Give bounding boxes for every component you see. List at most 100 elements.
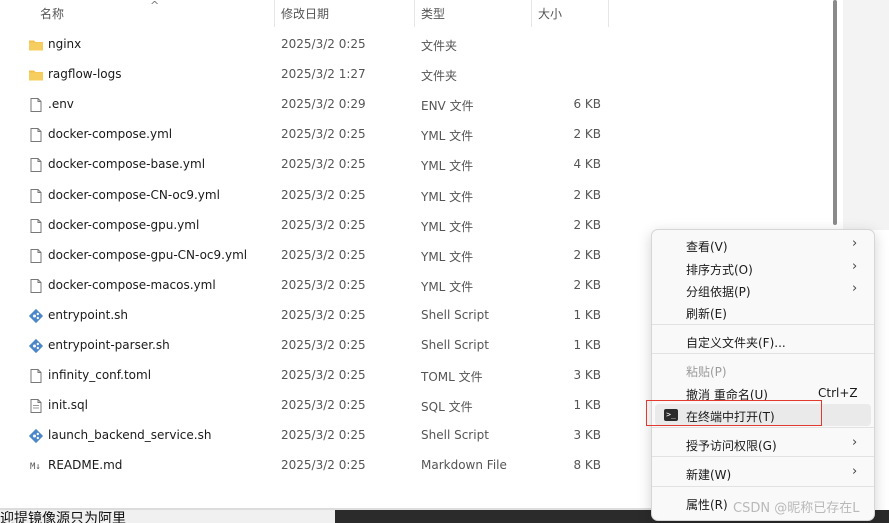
file-name: entrypoint-parser.sh (48, 338, 170, 352)
file-type: TOML 文件 (421, 370, 483, 385)
file-name: README.md (48, 458, 123, 473)
context-menu-item[interactable]: 分组依据(P) › (652, 279, 874, 301)
context-menu-item-label: 粘贴(P) (686, 365, 727, 379)
file-name: docker-compose-macos.yml (48, 277, 216, 292)
context-menu-item-label: 分组依据(P) (686, 285, 751, 299)
git-icon (28, 338, 44, 354)
column-header-name[interactable]: 名称 (40, 5, 64, 22)
context-menu-item[interactable]: 排序方式(O) › (652, 257, 874, 279)
menu-divider (652, 353, 874, 354)
window-background (843, 0, 889, 230)
annotation-highlight-box (646, 400, 822, 426)
file-size: 2 KB (573, 127, 601, 142)
file-size: 1 KB (573, 307, 601, 322)
folder-icon (28, 37, 44, 53)
file-size: 1 KB (573, 338, 601, 352)
file-row[interactable]: docker-compose-CN-oc9.yml 2025/3/2 0:25 YM… (0, 181, 830, 211)
background-document: 迎提镜像源只为阿里 (0, 510, 335, 523)
file-modified-date: 2025/3/2 0:25 (281, 127, 366, 142)
context-menu-item-label: 刷新(E) (686, 307, 727, 321)
watermark: CSDN @昵称已存在L (733, 501, 860, 516)
context-menu-item[interactable]: 自定义文件夹(F)... (652, 330, 874, 352)
context-menu: 查看(V) › 排序方式(O) › 分组依据(P) › 刷新(E) 自定义文件夹(F)... 粘… (651, 229, 875, 521)
file-name: docker-compose.yml (48, 127, 173, 142)
menu-divider (652, 456, 874, 457)
column-header-type[interactable]: 类型 (421, 5, 445, 22)
file-size: 3 KB (573, 368, 601, 383)
context-menu-item-label: 新建(W) (686, 468, 732, 482)
column-header-size[interactable]: 大小 (538, 5, 562, 22)
file-size: 2 KB (573, 277, 601, 292)
file-name: init.sql (48, 398, 88, 413)
column-divider[interactable] (531, 0, 532, 27)
file-modified-date: 2025/3/2 0:25 (281, 458, 366, 473)
file-row[interactable]: .env 2025/3/2 0:29 ENV 文件 6 KB (0, 90, 830, 120)
column-divider[interactable] (608, 0, 609, 27)
file-icon (28, 188, 44, 204)
file-size: 3 KB (573, 428, 601, 443)
file-icon (28, 97, 44, 113)
file-modified-date: 2025/3/2 0:25 (281, 338, 366, 352)
file-modified-date: 2025/3/2 0:25 (281, 247, 366, 262)
file-type: YML 文件 (421, 249, 474, 264)
file-size: 2 KB (573, 217, 601, 232)
context-menu-item[interactable]: 查看(V) › (652, 234, 874, 256)
context-menu-item[interactable]: 新建(W) › (652, 462, 874, 484)
context-menu-item-label: 授予访问权限(G) (686, 439, 777, 453)
file-modified-date: 2025/3/2 0:29 (281, 97, 366, 112)
file-type: Shell Script (421, 428, 489, 443)
file-row[interactable]: nginx 2025/3/2 0:25 文件夹 (0, 30, 830, 60)
git-icon (28, 308, 44, 324)
file-row[interactable]: docker-compose.yml 2025/3/2 0:25 YML 文件 2 K… (0, 120, 830, 150)
file-type: Markdown File (421, 458, 507, 473)
column-header-bar: 名称 ^ 修改日期 类型 大小 (0, 0, 830, 27)
file-name: .env (48, 97, 74, 112)
file-name: infinity_conf.toml (48, 368, 152, 383)
file-size: 1 KB (573, 398, 601, 413)
file-icon (28, 278, 44, 294)
file-type: YML 文件 (421, 159, 474, 174)
folder-icon (28, 67, 44, 83)
file-modified-date: 2025/3/2 0:25 (281, 217, 366, 232)
file-modified-date: 2025/3/2 1:27 (281, 67, 366, 82)
column-divider[interactable] (414, 0, 415, 27)
file-name: ragflow-logs (48, 67, 122, 82)
shortcut-label: Ctrl+Z (818, 386, 858, 400)
file-size: 2 KB (573, 247, 601, 262)
file-icon (28, 218, 44, 234)
file-name: docker-compose-CN-oc9.yml (48, 187, 220, 202)
context-menu-item-label: 自定义文件夹(F)... (686, 336, 786, 350)
file-modified-date: 2025/3/2 0:25 (281, 37, 366, 51)
vertical-scrollbar[interactable] (833, 0, 837, 225)
git-icon (28, 428, 44, 444)
file-type: YML 文件 (421, 129, 474, 144)
file-modified-date: 2025/3/2 0:25 (281, 428, 366, 443)
file-name: launch_backend_service.sh (48, 428, 212, 443)
file-row[interactable]: docker-compose-base.yml 2025/3/2 0:25 YML … (0, 150, 830, 180)
markdown-icon: M↓ (28, 458, 44, 474)
context-menu-item-label: 排序方式(O) (686, 263, 753, 277)
file-icon (28, 157, 44, 173)
file-type: YML 文件 (421, 219, 474, 234)
file-size: 8 KB (573, 458, 601, 473)
file-size: 4 KB (573, 157, 601, 172)
file-name: docker-compose-gpu-CN-oc9.yml (48, 247, 248, 262)
context-menu-item[interactable]: 授予访问权限(G) › (652, 433, 874, 455)
file-row[interactable]: ragflow-logs 2025/3/2 1:27 文件夹 (0, 60, 830, 90)
file-size: 6 KB (573, 97, 601, 112)
file-modified-date: 2025/3/2 0:25 (281, 368, 366, 383)
file-type: ENV 文件 (421, 99, 474, 114)
context-menu-item: 粘贴(P) (652, 359, 874, 381)
background-document-text: 迎提镜像源只为阿里 (0, 511, 126, 523)
file-modified-date: 2025/3/2 0:25 (281, 398, 366, 413)
context-menu-item[interactable]: 刷新(E) (652, 301, 874, 323)
chevron-right-icon: › (852, 435, 858, 450)
column-divider[interactable] (274, 0, 275, 27)
file-type: YML 文件 (421, 189, 474, 204)
column-header-modified[interactable]: 修改日期 (281, 5, 329, 22)
file-name: docker-compose-gpu.yml (48, 217, 200, 232)
sql-file-icon (28, 398, 44, 414)
file-name: entrypoint.sh (48, 307, 129, 322)
file-type: SQL 文件 (421, 400, 473, 415)
file-modified-date: 2025/3/2 0:25 (281, 157, 366, 172)
